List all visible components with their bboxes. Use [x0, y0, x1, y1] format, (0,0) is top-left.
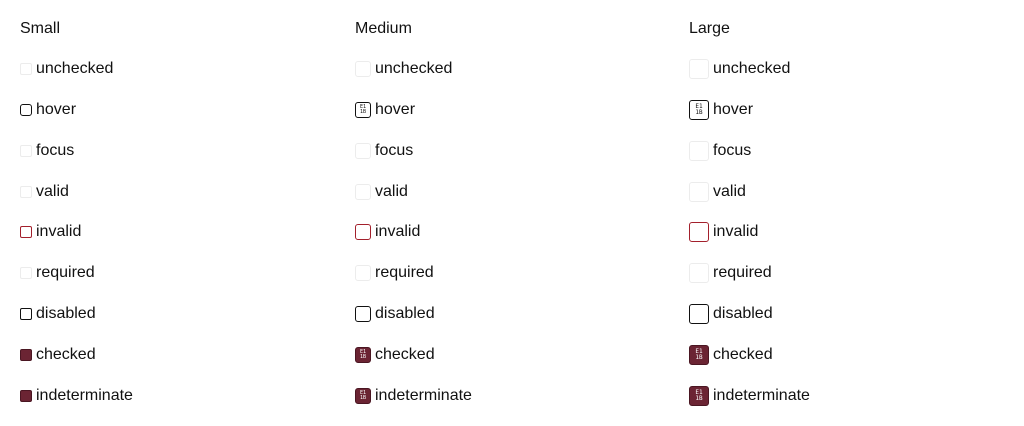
checkbox-label: indeterminate — [36, 387, 133, 404]
checkbox[interactable]: E1 1B — [689, 345, 709, 365]
checkbox[interactable]: E1 1B — [355, 102, 371, 118]
checkbox[interactable] — [689, 59, 709, 79]
checkbox-label: required — [36, 264, 95, 281]
checkbox-row-indeterminate[interactable]: E1 1B indeterminate — [355, 386, 472, 406]
checkbox-row-focus[interactable]: focus — [689, 141, 751, 161]
checkbox[interactable] — [355, 184, 371, 200]
checkbox-label: required — [375, 264, 434, 281]
checkbox-label: invalid — [713, 223, 759, 240]
checkbox-row-hover[interactable]: E1 1B hover — [689, 100, 753, 120]
checkbox-row-checked[interactable]: E1 1B checked — [689, 345, 773, 365]
checkbox[interactable]: E1 1B — [355, 347, 371, 363]
checkbox-label: invalid — [36, 223, 82, 240]
checkbox[interactable]: E1 1B — [689, 386, 709, 406]
checkbox[interactable] — [355, 143, 371, 159]
checkbox-label: hover — [713, 101, 754, 118]
checkbox[interactable] — [689, 182, 709, 202]
checkbox-label: focus — [36, 142, 75, 159]
checkbox[interactable] — [689, 263, 709, 283]
missing-glyph-icon: E1 1B — [359, 104, 367, 115]
checkbox-label: disabled — [713, 305, 773, 322]
checkbox-row-invalid[interactable]: invalid — [20, 222, 81, 242]
checkbox-row-unchecked[interactable]: unchecked — [689, 59, 790, 79]
checkbox-label: valid — [713, 183, 746, 200]
checkbox[interactable]: E1 1B — [689, 100, 709, 120]
missing-glyph-icon: E1 1B — [359, 390, 367, 401]
checkbox-row-indeterminate[interactable]: E1 1B indeterminate — [689, 386, 810, 406]
checkbox-row-invalid[interactable]: invalid — [689, 222, 758, 242]
checkbox-row-unchecked[interactable]: unchecked — [355, 59, 452, 79]
checkbox-row-indeterminate[interactable]: indeterminate — [20, 386, 133, 406]
checkbox-label: hover — [375, 101, 416, 118]
checkbox-label: focus — [375, 142, 414, 159]
checkbox[interactable] — [20, 186, 32, 198]
checkbox[interactable] — [20, 145, 32, 157]
checkbox-label: disabled — [375, 305, 435, 322]
checkbox[interactable] — [689, 222, 709, 242]
checkbox[interactable] — [20, 104, 32, 116]
checkbox-row-required[interactable]: required — [689, 263, 772, 283]
checkbox-row-hover[interactable]: hover — [20, 100, 76, 120]
checkbox-row-invalid[interactable]: invalid — [355, 222, 420, 242]
column-title: Small — [20, 20, 61, 37]
checkbox-row-checked[interactable]: E1 1B checked — [355, 345, 435, 365]
checkbox-row-unchecked[interactable]: unchecked — [20, 59, 113, 79]
checkbox[interactable] — [20, 349, 32, 361]
checkbox-row-valid[interactable]: valid — [689, 182, 746, 202]
checkbox[interactable] — [355, 265, 371, 281]
checkbox-label: focus — [713, 142, 752, 159]
checkbox-label: valid — [36, 183, 69, 200]
checkbox-row-disabled: disabled — [689, 304, 773, 324]
checkbox-label: disabled — [36, 305, 96, 322]
checkbox[interactable] — [355, 61, 371, 77]
checkbox — [689, 304, 709, 324]
checkbox-label: valid — [375, 183, 408, 200]
checkbox-row-disabled: disabled — [20, 304, 96, 324]
checkbox-label: unchecked — [375, 60, 453, 77]
checkbox[interactable] — [689, 141, 709, 161]
checkbox-label: invalid — [375, 223, 421, 240]
checkbox — [355, 306, 371, 322]
checkbox-label: checked — [36, 346, 96, 363]
missing-glyph-icon: E1 1B — [695, 103, 703, 116]
checkbox[interactable] — [20, 63, 32, 75]
checkbox-row-valid[interactable]: valid — [20, 182, 69, 202]
column-title: Medium — [355, 20, 412, 37]
checkbox-label: checked — [375, 346, 435, 363]
checkbox-row-checked[interactable]: checked — [20, 345, 96, 365]
checkbox-row-focus[interactable]: focus — [20, 141, 74, 161]
checkbox-label: indeterminate — [375, 387, 472, 404]
checkbox-label: checked — [713, 346, 773, 363]
checkbox-label: unchecked — [36, 60, 114, 77]
checkbox[interactable]: E1 1B — [355, 388, 371, 404]
column-title: Large — [689, 20, 730, 37]
checkbox-label: required — [713, 264, 772, 281]
checkbox-row-hover[interactable]: E1 1B hover — [355, 100, 415, 120]
checkbox-row-disabled: disabled — [355, 304, 435, 324]
checkbox[interactable] — [355, 224, 371, 240]
checkbox[interactable] — [20, 267, 32, 279]
checkbox-row-required[interactable]: required — [355, 263, 434, 283]
checkbox-label: unchecked — [713, 60, 791, 77]
checkbox-label: indeterminate — [713, 387, 810, 404]
checkbox[interactable] — [20, 390, 32, 402]
missing-glyph-icon: E1 1B — [695, 348, 703, 361]
checkbox-row-valid[interactable]: valid — [355, 182, 408, 202]
checkbox — [20, 308, 32, 320]
checkbox[interactable] — [20, 226, 32, 238]
checkbox-label: hover — [36, 101, 77, 118]
missing-glyph-icon: E1 1B — [695, 389, 703, 402]
missing-glyph-icon: E1 1B — [359, 349, 367, 360]
checkbox-row-required[interactable]: required — [20, 263, 95, 283]
checkbox-row-focus[interactable]: focus — [355, 141, 413, 161]
